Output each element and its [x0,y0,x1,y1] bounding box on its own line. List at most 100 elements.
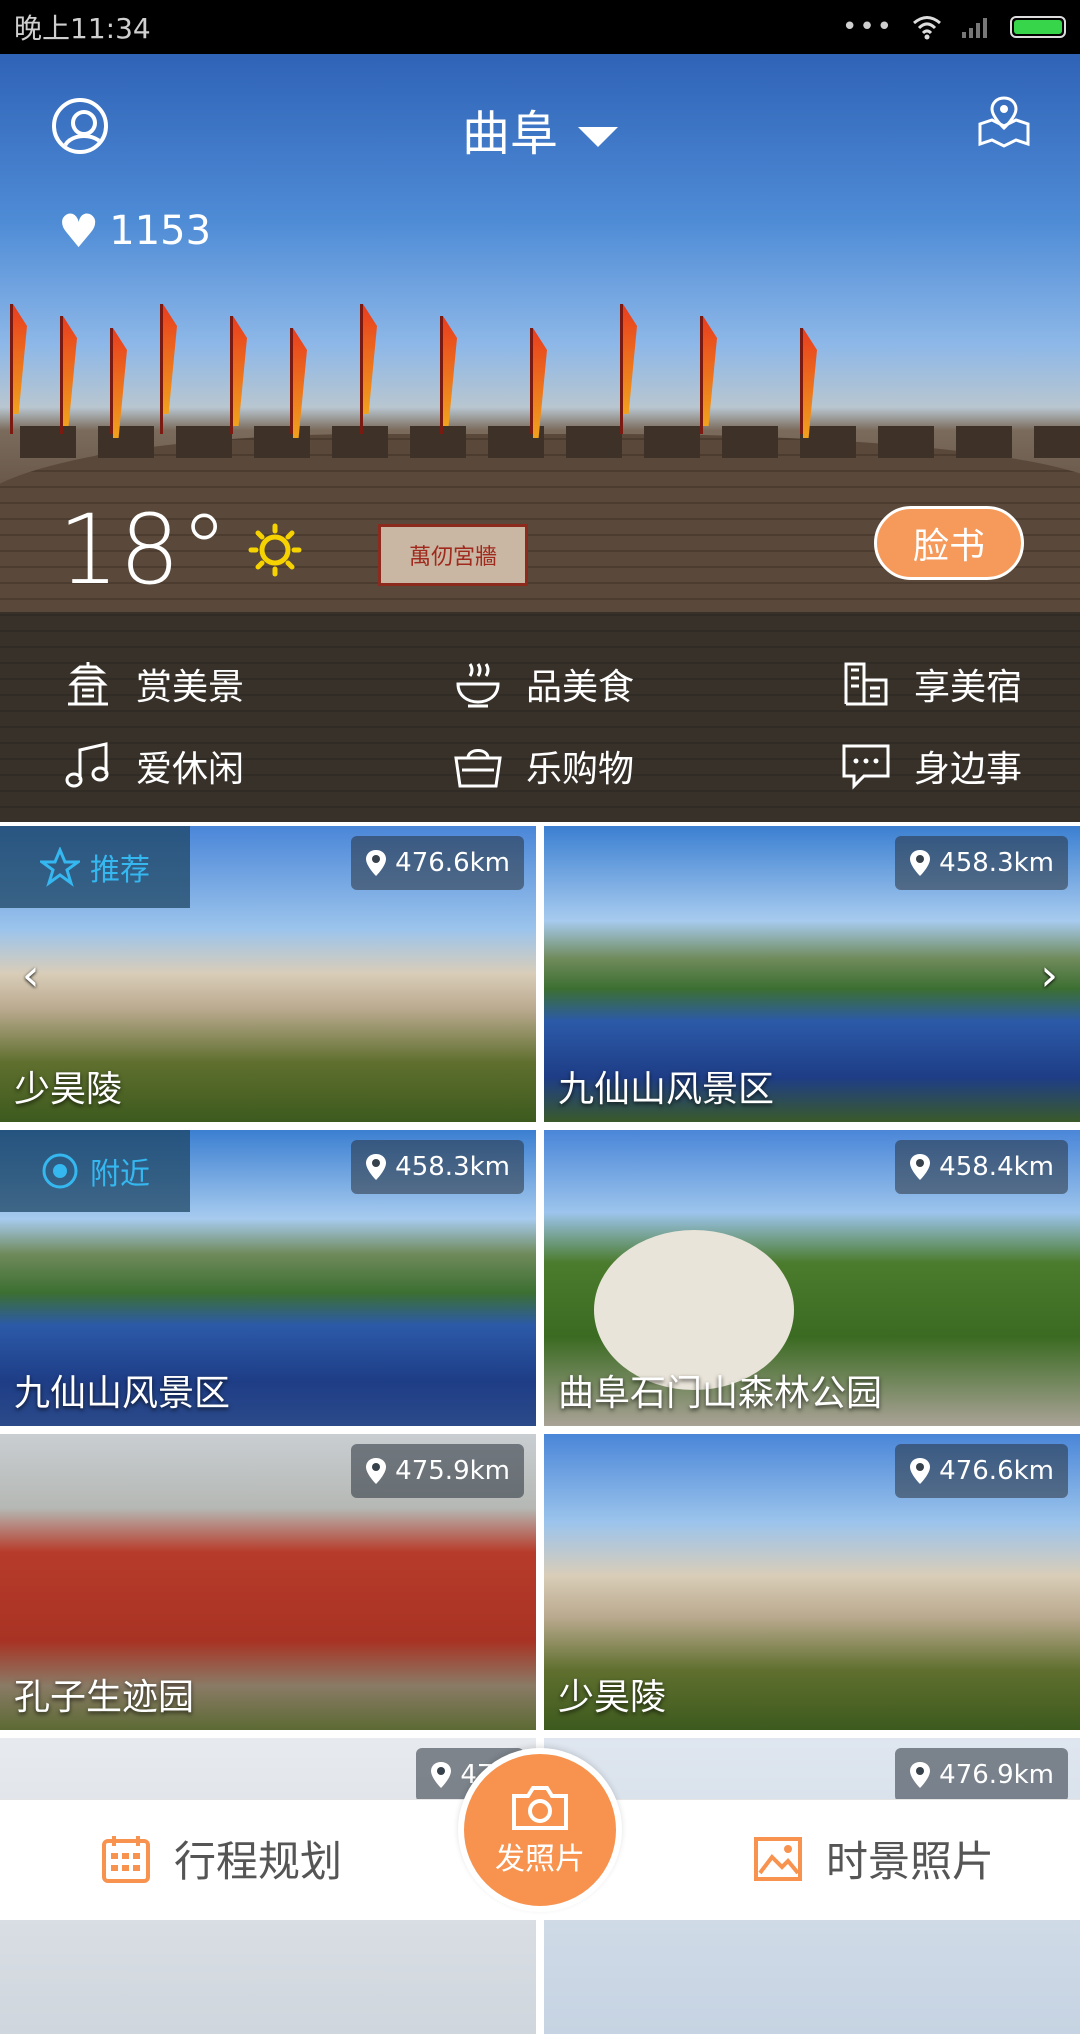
sunny-icon [248,523,302,577]
menu-item-label: 享美宿 [914,667,1023,708]
wall-battlement [878,426,934,458]
attraction-card[interactable]: 推荐 476.6km ‹ 少昊陵 [0,826,536,1122]
distance-value: 475.9km [395,1456,510,1486]
menu-item-scenery[interactable]: 赏美景 [62,658,244,710]
status-time: 晚上11:34 [14,12,151,45]
menu-item-label: 爱休闲 [136,749,245,790]
attraction-name: 少昊陵 [14,1069,123,1110]
distance-value: 458.3km [395,1152,510,1182]
location-pin-icon [910,850,931,876]
itinerary-planning-button[interactable]: 行程规划 [100,1828,342,1889]
attraction-name: 孔子生迹园 [14,1677,195,1718]
attraction-name: 少昊陵 [558,1677,667,1718]
menu-item-label: 乐购物 [526,749,635,790]
attraction-card[interactable]: 458.4km 曲阜石门山森林公园 [544,1130,1080,1426]
menu-item-local-news[interactable]: 身边事 [840,740,1022,792]
status-bar: 晚上11:34 ••• [0,0,1080,54]
flag-pole [230,316,233,434]
distance-value: 476.6km [939,1456,1054,1486]
banner-flag [13,304,27,414]
menu-item-shopping[interactable]: 乐购物 [452,740,634,792]
banner-flag [63,316,77,426]
location-pin-icon [910,1762,931,1788]
carousel-prev-button[interactable]: ‹ [22,950,40,1001]
banner-flag [533,328,547,438]
post-photo-label: 发照片 [495,1842,585,1877]
flag-pole [800,328,803,434]
pagoda-icon [68,662,108,706]
distance-value: 476.6km [395,848,510,878]
wall-battlement [644,426,700,458]
distance-badge: 476.6km [351,836,524,890]
banner-flag [293,328,307,438]
heart-icon: ♥ [58,204,100,258]
recommended-tag: 推荐 [0,826,190,908]
wall-battlement [20,426,76,458]
distance-value: 458.3km [939,848,1054,878]
location-pin-icon [366,1154,387,1180]
battery-icon [1010,16,1066,38]
category-menu: 赏美景 品美食 享美宿 爱休闲 乐购物 身边事 [0,612,1080,822]
attraction-name: 九仙山风景区 [14,1373,231,1414]
distance-value: 458.4km [939,1152,1054,1182]
basket-icon [454,749,502,788]
wall-battlement [1034,426,1080,458]
post-photo-button[interactable]: 发照片 [458,1748,622,1912]
distance-badge: 458.4km [895,1140,1068,1194]
status-icons: ••• [842,12,1066,42]
menu-item-food[interactable]: 品美食 [452,658,634,710]
location-pin-icon [366,850,387,876]
attraction-card[interactable]: 476.6km 少昊陵 [544,1434,1080,1730]
likes-counter[interactable]: ♥ 1153 [58,204,211,258]
attraction-card[interactable]: 458.3km › 九仙山风景区 [544,826,1080,1122]
star-icon [40,847,80,887]
attraction-card[interactable]: 475.9km 孔子生迹园 [0,1434,536,1730]
dropdown-caret-icon [578,127,618,147]
flag-pole [620,304,623,434]
gate-sign: 萬仞宮牆 [378,524,528,586]
banner-flag [163,304,177,414]
city-name: 曲阜 [461,106,558,162]
flag-pole [440,316,443,434]
city-selector[interactable]: 曲阜 [0,94,1080,164]
banner-flag [363,304,377,414]
tag-label: 附近 [90,1157,150,1192]
picture-icon [754,1836,802,1881]
flag-pole [360,304,363,434]
menu-item-label: 品美食 [526,667,635,708]
menu-item-label: 身边事 [914,749,1023,790]
facebook-button[interactable]: 脸书 [874,506,1024,580]
menu-item-lodging[interactable]: 享美宿 [840,658,1022,710]
nearby-tag: 附近 [0,1130,190,1212]
banner-flag [233,316,247,426]
distance-badge: 476.6km [895,1444,1068,1498]
banner-flag [623,304,637,414]
location-pin-icon [431,1762,452,1788]
likes-count: 1153 [109,208,212,254]
calendar-icon [102,1835,150,1883]
wall-battlement [956,426,1012,458]
wall-battlement [254,426,310,458]
menu-item-leisure[interactable]: 爱休闲 [62,740,244,792]
attraction-card[interactable]: 附近 458.3km 九仙山风景区 [0,1130,536,1426]
carousel-next-button[interactable]: › [1040,950,1058,1001]
temperature: 18° [58,494,229,606]
chat-icon [842,744,890,790]
camera-icon [512,1786,568,1830]
distance-value: 476.9km [939,1760,1054,1790]
city-hero-banner: 萬仞宮牆 曲阜 ♥ 1153 18° 脸书 赏美景 品美食 享美宿 爱休闲 乐购… [0,54,1080,822]
flag-pole [530,328,533,434]
banner-flag [113,328,127,438]
wall-battlement [176,426,232,458]
more-dots-icon: ••• [841,12,894,42]
tag-label: 推荐 [90,853,150,888]
wifi-icon [913,16,941,40]
banner-flag [443,316,457,426]
scenic-photos-button[interactable]: 时景照片 [752,1828,994,1889]
distance-badge: 458.3km [351,1140,524,1194]
flag-pole [10,304,13,434]
building-icon [844,662,888,706]
banner-flag [703,316,717,426]
flag-pole [60,316,63,434]
map-location-icon[interactable] [976,94,1032,150]
